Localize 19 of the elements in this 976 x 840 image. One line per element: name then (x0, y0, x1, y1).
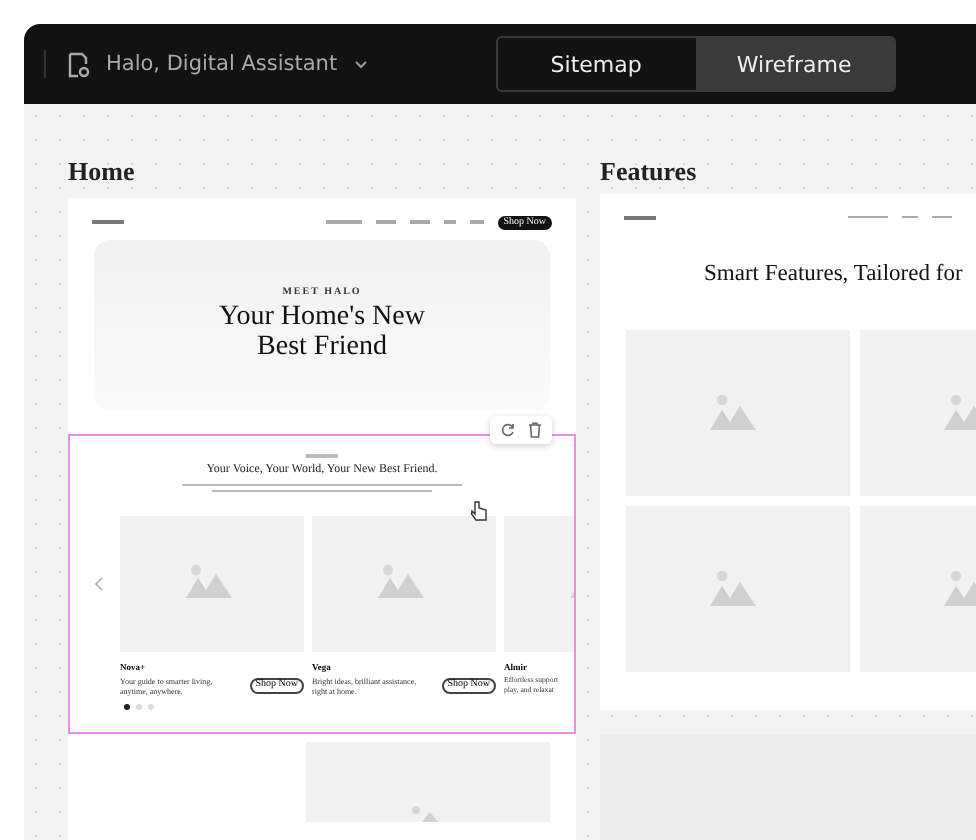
view-tab[interactable]: Wireframe (695, 38, 894, 90)
nav-link-placeholder (409, 220, 430, 224)
nav-link-placeholder (325, 220, 362, 224)
features-heading: Smart Features, Tailored for (704, 261, 965, 286)
page-title: Home (68, 156, 137, 190)
trash-icon[interactable] (528, 422, 542, 438)
logo-placeholder (624, 215, 656, 220)
nav-link-placeholder (848, 215, 888, 219)
nav-link-placeholder (375, 220, 396, 224)
carousel-dot[interactable] (148, 703, 154, 710)
chevron-down-icon[interactable] (353, 59, 368, 69)
carousel-dot[interactable] (136, 703, 142, 710)
carousel-dot[interactable] (124, 703, 130, 710)
refresh-icon[interactable] (500, 422, 516, 438)
hero-heading: Your Home's New Best Friend (217, 302, 427, 362)
hand-cursor-icon (470, 500, 488, 522)
document-icon[interactable] (66, 51, 90, 77)
page-title: Features (600, 156, 699, 190)
project-title[interactable]: Halo, Digital Assistant (106, 52, 338, 76)
